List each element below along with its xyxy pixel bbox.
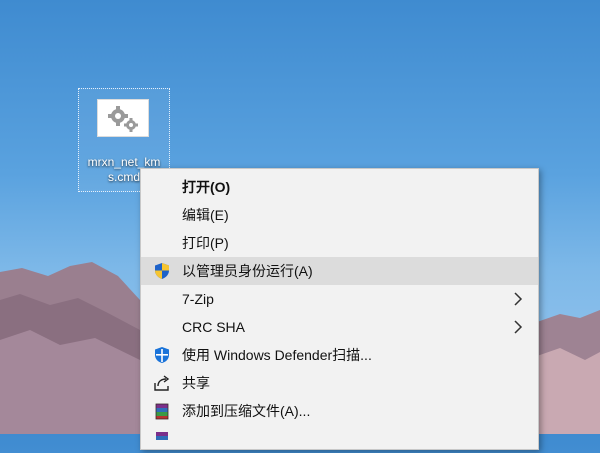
chevron-right-icon xyxy=(512,291,524,307)
menu-item-label: 打印(P) xyxy=(182,235,229,251)
menu-item-partial[interactable] xyxy=(141,425,538,453)
menu-item-label: 打开(O) xyxy=(182,179,231,195)
windows-defender-icon xyxy=(153,346,171,364)
uac-shield-icon xyxy=(153,262,171,280)
menu-item-7zip[interactable]: 7-Zip xyxy=(141,285,538,313)
menu-item-crc-sha[interactable]: CRC SHA xyxy=(141,313,538,341)
menu-item-share[interactable]: 共享 xyxy=(141,369,538,397)
share-icon xyxy=(153,374,171,392)
context-menu[interactable]: 打开(O) 编辑(E) 打印(P) 以管理员身份运行(A) 7-Zip CRC … xyxy=(140,168,539,450)
menu-item-open[interactable]: 打开(O) xyxy=(141,173,538,201)
menu-item-defender-scan[interactable]: 使用 Windows Defender扫描... xyxy=(141,341,538,369)
menu-item-label: 以管理员身份运行(A) xyxy=(182,263,313,279)
menu-item-run-as-admin[interactable]: 以管理员身份运行(A) xyxy=(141,257,538,285)
chevron-right-icon xyxy=(512,319,524,335)
menu-item-add-to-archive[interactable]: 添加到压缩文件(A)... xyxy=(141,397,538,425)
menu-item-label: 编辑(E) xyxy=(182,207,229,223)
desktop[interactable]: mrxn_net_kms.cmd 打开(O) 编辑(E) 打印(P) 以管理员身… xyxy=(0,0,600,450)
menu-item-print[interactable]: 打印(P) xyxy=(141,229,538,257)
menu-item-label: 7-Zip xyxy=(182,291,214,307)
gear-file-icon xyxy=(97,99,149,137)
menu-item-label: CRC SHA xyxy=(182,319,246,335)
menu-item-label: 共享 xyxy=(182,375,210,391)
menu-item-label: 使用 Windows Defender扫描... xyxy=(182,347,372,363)
menu-item-edit[interactable]: 编辑(E) xyxy=(141,201,538,229)
winrar-icon xyxy=(153,430,171,448)
menu-item-label: 添加到压缩文件(A)... xyxy=(182,403,311,419)
winrar-icon xyxy=(153,402,171,420)
